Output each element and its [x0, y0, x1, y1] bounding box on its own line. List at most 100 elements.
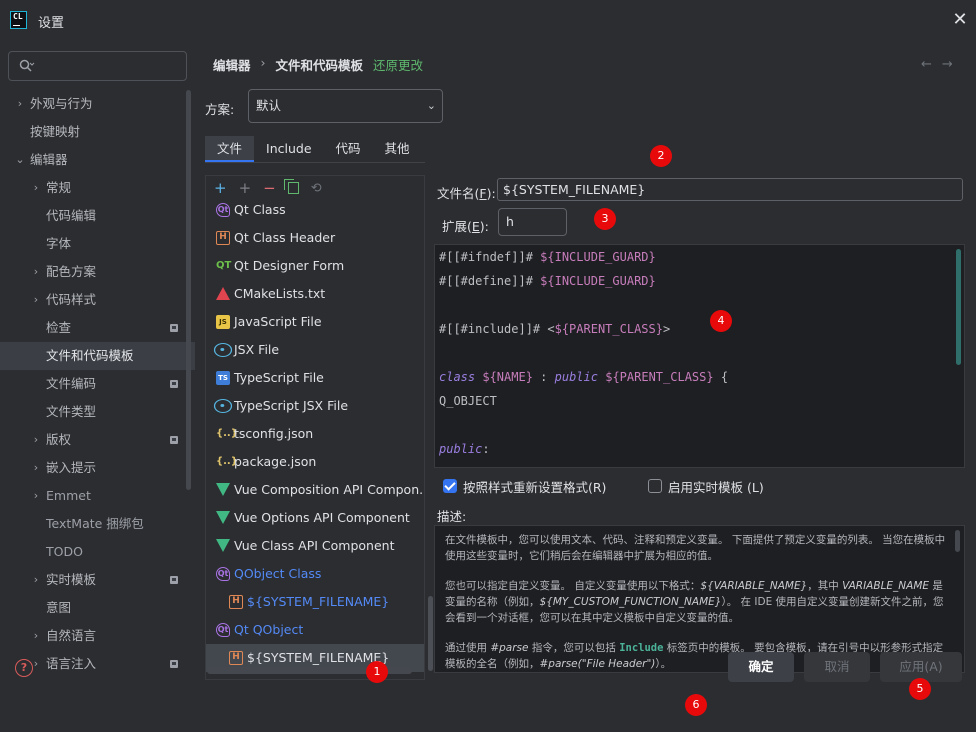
template-item[interactable]: JSX File	[206, 336, 424, 364]
tab[interactable]: 代码	[324, 136, 373, 162]
sidebar-item[interactable]: › 版权	[0, 426, 195, 454]
scheme-select[interactable]: 默认 ⌄	[248, 89, 443, 123]
filename-input[interactable]: ${SYSTEM_FILENAME}	[497, 178, 963, 201]
description-paragraph: 通过使用 #parse 指令，您可以包括 Include 标签页中的模板。 要包…	[445, 642, 944, 670]
chevron-down-icon[interactable]: ⌄	[14, 146, 26, 174]
close-icon[interactable]: ✕	[950, 10, 970, 30]
sidebar-item[interactable]: 文件和代码模板	[0, 342, 195, 370]
template-item[interactable]: Qt Qt QObject	[206, 616, 424, 644]
template-item[interactable]: H Qt Class Header	[206, 224, 424, 252]
sidebar-item[interactable]: 文件类型	[0, 398, 195, 426]
sidebar-item[interactable]: › 常规	[0, 174, 195, 202]
reformat-checkbox[interactable]: 按照样式重新设置格式(R)	[443, 478, 606, 495]
scheme-value: 默认	[256, 98, 282, 113]
chevron-right-icon[interactable]: ›	[30, 482, 42, 510]
chevron-right-icon[interactable]: ›	[30, 286, 42, 314]
chevron-right-icon[interactable]: ›	[30, 258, 42, 286]
copy-template-icon[interactable]	[283, 179, 299, 194]
template-code-editor[interactable]: #[[#ifndef]]# ${INCLUDE_GUARD} #[[#define…	[434, 244, 965, 468]
sidebar-item[interactable]: › 实时模板	[0, 566, 195, 594]
forward-arrow-icon[interactable]: →	[942, 57, 953, 72]
header-icon: H	[229, 595, 243, 609]
template-item-label: ${SYSTEM_FILENAME}	[247, 594, 390, 609]
ok-button[interactable]: 确定	[728, 652, 794, 682]
live-template-label: 启用实时模板 (L)	[668, 479, 764, 495]
marker-badge: 1	[366, 661, 388, 683]
breadcrumb-parent[interactable]: 编辑器	[213, 55, 251, 74]
sidebar-item-label: 自然语言	[46, 628, 97, 643]
title-bar: CL 设置 ✕	[0, 0, 976, 40]
sidebar-item[interactable]: › 嵌入提示	[0, 454, 195, 482]
cmake-icon	[216, 287, 230, 300]
sidebar-item-label: 代码编辑	[46, 208, 97, 223]
template-item[interactable]: {..} package.json	[206, 448, 424, 476]
template-item-label: Vue Options API Component	[234, 510, 410, 525]
tab[interactable]: 文件	[205, 136, 255, 162]
template-item[interactable]: Vue Class API Component	[206, 532, 424, 560]
template-item[interactable]: QT Qt Designer Form	[206, 252, 424, 280]
nav-arrows: ← →	[921, 57, 953, 72]
tab[interactable]: 其他	[373, 136, 422, 162]
marker-badge: 4	[710, 310, 732, 332]
template-item[interactable]: CMakeLists.txt	[206, 280, 424, 308]
description-scrollbar[interactable]	[955, 530, 960, 552]
sidebar-item[interactable]: › 外观与行为	[0, 90, 195, 118]
help-icon[interactable]: ?	[15, 659, 33, 677]
sidebar-item[interactable]: 检查	[0, 314, 195, 342]
sidebar-scrollbar[interactable]	[186, 90, 191, 490]
sidebar-item-label: Emmet	[46, 488, 91, 503]
project-scope-icon	[170, 576, 178, 584]
template-item[interactable]: Vue Options API Component	[206, 504, 424, 532]
template-item[interactable]: JS JavaScript File	[206, 308, 424, 336]
live-template-checkbox[interactable]: 启用实时模板 (L)	[648, 478, 764, 495]
sidebar-item[interactable]: TextMate 捆绑包	[0, 510, 195, 538]
chevron-right-icon[interactable]: ›	[30, 566, 42, 594]
template-item[interactable]: H ${SYSTEM_FILENAME}	[206, 588, 424, 616]
tab[interactable]: Include	[254, 136, 324, 162]
chevron-down-icon: ⌄	[426, 99, 436, 112]
search-input[interactable]	[8, 51, 187, 81]
template-item-label: Vue Composition API Compon...	[234, 482, 424, 497]
chevron-right-icon[interactable]: ›	[30, 622, 42, 650]
sidebar-item[interactable]: 文件编码	[0, 370, 195, 398]
sidebar-item-label: 版权	[46, 432, 72, 447]
sidebar-item[interactable]: TODO	[0, 538, 195, 566]
qt-icon: Qt	[216, 203, 230, 217]
back-arrow-icon[interactable]: ←	[921, 57, 932, 72]
vue-icon	[216, 539, 230, 552]
typescript-icon: TS	[216, 371, 230, 385]
marker-badge: 6	[685, 694, 707, 716]
template-list-scrollbar[interactable]	[428, 596, 433, 671]
revert-changes-link[interactable]: 还原更改	[373, 55, 423, 74]
chevron-right-icon[interactable]: ›	[30, 426, 42, 454]
chevron-right-icon[interactable]: ›	[14, 90, 26, 118]
add-template-icon[interactable]: +	[214, 179, 227, 197]
sidebar-item[interactable]: 字体	[0, 230, 195, 258]
template-item[interactable]: {..} tsconfig.json	[206, 420, 424, 448]
chevron-right-icon[interactable]: ›	[30, 174, 42, 202]
template-item[interactable]: Vue Composition API Compon...	[206, 476, 424, 504]
sidebar-item[interactable]: › Emmet	[0, 482, 195, 510]
template-item[interactable]: Qt QObject Class	[206, 560, 424, 588]
template-item[interactable]: Qt Qt Class	[206, 200, 424, 224]
reset-template-icon[interactable]: ⟲	[311, 181, 322, 196]
remove-template-icon[interactable]: −	[263, 179, 276, 197]
template-item-label: Qt Designer Form	[234, 258, 345, 273]
sidebar-item[interactable]: 意图	[0, 594, 195, 622]
editor-scrollbar[interactable]	[956, 249, 961, 365]
chevron-right-icon[interactable]: ›	[30, 454, 42, 482]
template-item[interactable]: TS TypeScript File	[206, 364, 424, 392]
sidebar-item-label: 语言注入	[46, 656, 97, 671]
sidebar-item[interactable]: › 配色方案	[0, 258, 195, 286]
sidebar-item[interactable]: ⌄ 编辑器	[0, 146, 195, 174]
sidebar-item[interactable]: 代码编辑	[0, 202, 195, 230]
sidebar-item[interactable]: › 代码样式	[0, 286, 195, 314]
cancel-button[interactable]: 取消	[804, 652, 870, 682]
template-item[interactable]: TypeScript JSX File	[206, 392, 424, 420]
add-child-template-icon[interactable]: +	[239, 179, 252, 197]
sidebar-item[interactable]: › 自然语言	[0, 622, 195, 650]
sidebar-item[interactable]: 按键映射	[0, 118, 195, 146]
extension-input[interactable]: h	[498, 208, 567, 236]
template-item-label: tsconfig.json	[234, 426, 314, 441]
template-item-label: Qt Class Header	[234, 230, 336, 245]
